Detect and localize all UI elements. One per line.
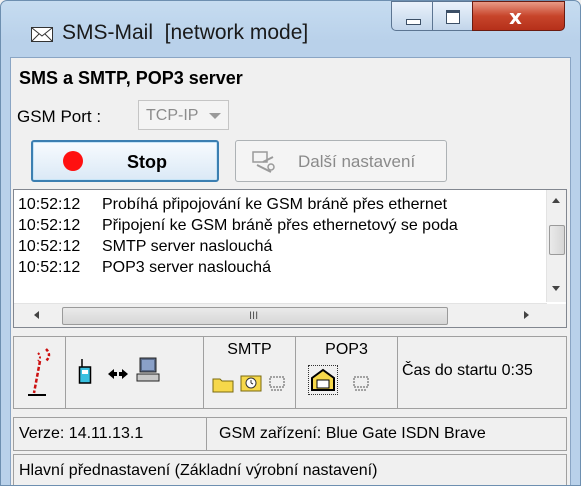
smtp-label: SMTP [227,341,272,358]
stop-dot-icon [63,151,83,171]
log-line: 10:52:12 Připojení ke GSM bráně přes ethe… [18,215,544,236]
log-line: 10:52:12 Probíhá připojování ke GSM bráně… [18,194,544,215]
more-settings-label: Další nastavení [298,152,416,171]
panel-heading: SMS a SMTP, POP3 server [19,68,243,88]
log-text: Probíhá připojování ke GSM bráně přes et… [102,196,448,213]
envelope-icon [31,27,53,42]
log-text: POP3 server naslouchá [102,259,271,276]
status-panel: SMTP POP3 Čas do startu 0:35 [13,336,567,409]
log-time: 10:52:12 [18,259,81,276]
log-list[interactable]: 10:52:12 Probíhá připojování ke GSM bráně… [13,189,567,328]
log-time: 10:52:12 [18,217,81,234]
network-icon [268,375,286,393]
log-text: SMTP server naslouchá [102,238,273,255]
horizontal-scrollbar[interactable]: III [14,303,547,327]
antenna-signal-icon [24,345,54,401]
scroll-grip: III [249,310,259,322]
status-bar: Verze: 14.11.13.1 GSM zařízení: Blue Gat… [13,417,567,451]
network-icon [352,375,370,393]
uptime-text: Čas do startu 0:35 [402,362,533,379]
scroll-down-icon[interactable] [552,286,560,291]
pop3-cell: POP3 [296,337,398,408]
transfer-arrows-icon [108,367,128,381]
gsm-port-label: GSM Port : [17,107,102,126]
scroll-left-icon[interactable] [34,311,39,319]
title-bar[interactable]: SMS-Mail [network mode] x [1,1,580,59]
version-pane: Verze: 14.11.13.1 [14,418,207,450]
log-time: 10:52:12 [18,238,81,255]
preset-text: Hlavní přednastavení (Základní výrobní n… [19,462,378,479]
window-title: SMS-Mail [network mode] [62,21,309,44]
device-text: GSM zařízení: Blue Gate ISDN Brave [219,425,486,442]
settings-tools-icon [251,149,277,175]
stop-label: Stop [127,152,167,172]
more-settings-button[interactable]: Další nastavení [235,140,447,182]
pop3-label: POP3 [325,341,368,358]
scroll-right-icon[interactable] [524,311,529,319]
log-line: 10:52:12 POP3 server naslouchá [18,257,544,278]
computer-icon [136,357,160,383]
stop-button[interactable]: Stop [31,140,219,182]
maximize-button[interactable] [432,1,473,31]
close-icon: x [509,5,522,29]
scroll-up-icon[interactable] [552,198,560,203]
version-text: Verze: 14.11.13.1 [19,425,144,442]
connection-cell [66,337,204,408]
gsm-port-select[interactable]: TCP-IP [138,100,229,130]
log-text: Připojení ke GSM bráně přes ethernetový … [102,217,458,234]
minimize-icon [406,19,421,25]
close-button[interactable]: x [472,1,565,31]
gsm-phone-icon [78,359,96,385]
uptime-cell: Čas do startu 0:35 [398,337,566,408]
maximize-icon [446,10,460,24]
log-time: 10:52:12 [18,196,81,213]
chevron-down-icon [209,113,221,119]
log-lines: 10:52:12 Probíhá připojování ke GSM bráně… [18,194,544,278]
client-area: SMS a SMTP, POP3 server GSM Port : TCP-I… [10,57,571,485]
folder-icon [212,375,234,393]
vertical-scrollbar[interactable] [546,190,566,302]
smtp-cell: SMTP [204,337,296,408]
clock-mail-icon [240,371,262,393]
antenna-cell [14,337,66,408]
preset-bar: Hlavní přednastavení (Základní výrobní n… [13,454,567,485]
log-line: 10:52:12 SMTP server naslouchá [18,236,544,257]
caption-buttons: x [391,1,565,31]
vertical-scroll-thumb[interactable] [549,225,565,255]
app-window: SMS-Mail [network mode] x SMS a SMTP, PO… [0,0,581,486]
gsm-port-value: TCP-IP [146,107,199,124]
scroll-corner [546,304,566,327]
minimize-button[interactable] [391,1,433,31]
horizontal-scroll-thumb[interactable]: III [62,307,448,325]
mailbox-icon [308,365,338,395]
